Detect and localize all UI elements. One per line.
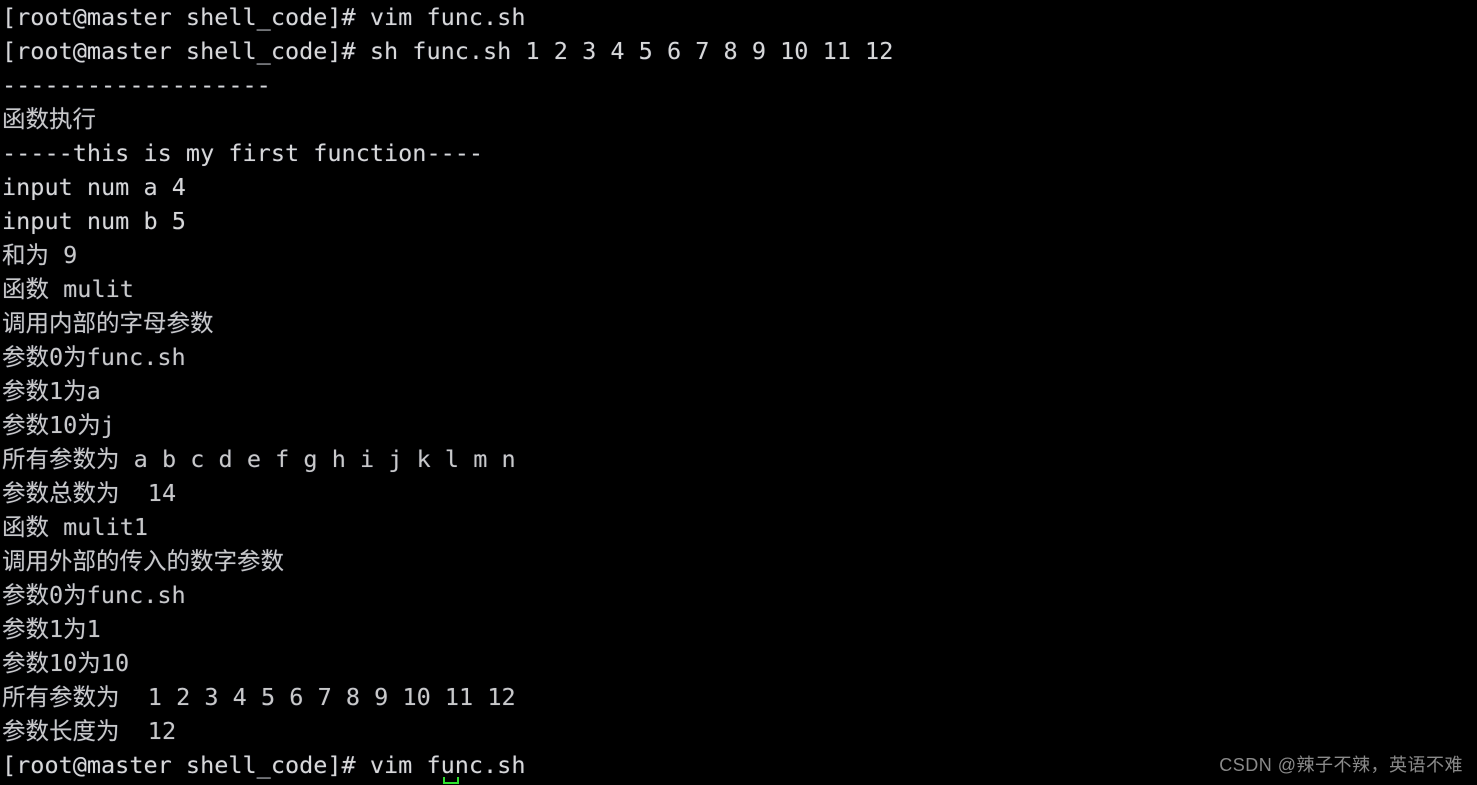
terminal-line: 函数 mulit [2,275,134,303]
terminal-line: 所有参数为 a b c d e f g h i j k l m n [2,445,516,473]
terminal-line: 参数0为func.sh [2,343,186,371]
terminal-line: 调用外部的传入的数字参数 [2,547,284,575]
terminal-line: 参数10为j [2,411,115,439]
terminal-line: input num b 5 [2,207,186,235]
terminal-line: 和为 9 [2,241,78,269]
terminal-line: 参数1为a [2,377,101,405]
terminal-line: -----this is my first function---- [2,139,484,167]
terminal-line: 函数 mulit1 [2,513,149,541]
terminal-line: 调用内部的字母参数 [2,309,214,337]
terminal-line: 参数1为1 [2,615,101,643]
terminal-line: [root@master shell_code]# vim func.sh [2,3,526,31]
terminal-line: 参数10为10 [2,649,130,677]
terminal-line: input num a 4 [2,173,186,201]
terminal-line: [root@master shell_code]# sh func.sh 1 2… [2,37,894,65]
csdn-watermark: CSDN @辣子不辣，英语不难 [1219,755,1463,775]
text-cursor [443,777,459,784]
terminal-line: 参数长度为 12 [2,717,177,745]
terminal-line: 参数总数为 14 [2,479,177,507]
terminal-line: ------------------- [2,71,271,99]
terminal-line: 所有参数为 1 2 3 4 5 6 7 8 9 10 11 12 [2,683,516,711]
terminal-window[interactable]: [root@master shell_code]# vim func.sh [ro… [0,0,1477,785]
terminal-line: 函数执行 [2,105,96,133]
terminal-line: 参数0为func.sh [2,581,186,609]
terminal-output[interactable]: [root@master shell_code]# vim func.sh [ro… [2,0,1477,785]
